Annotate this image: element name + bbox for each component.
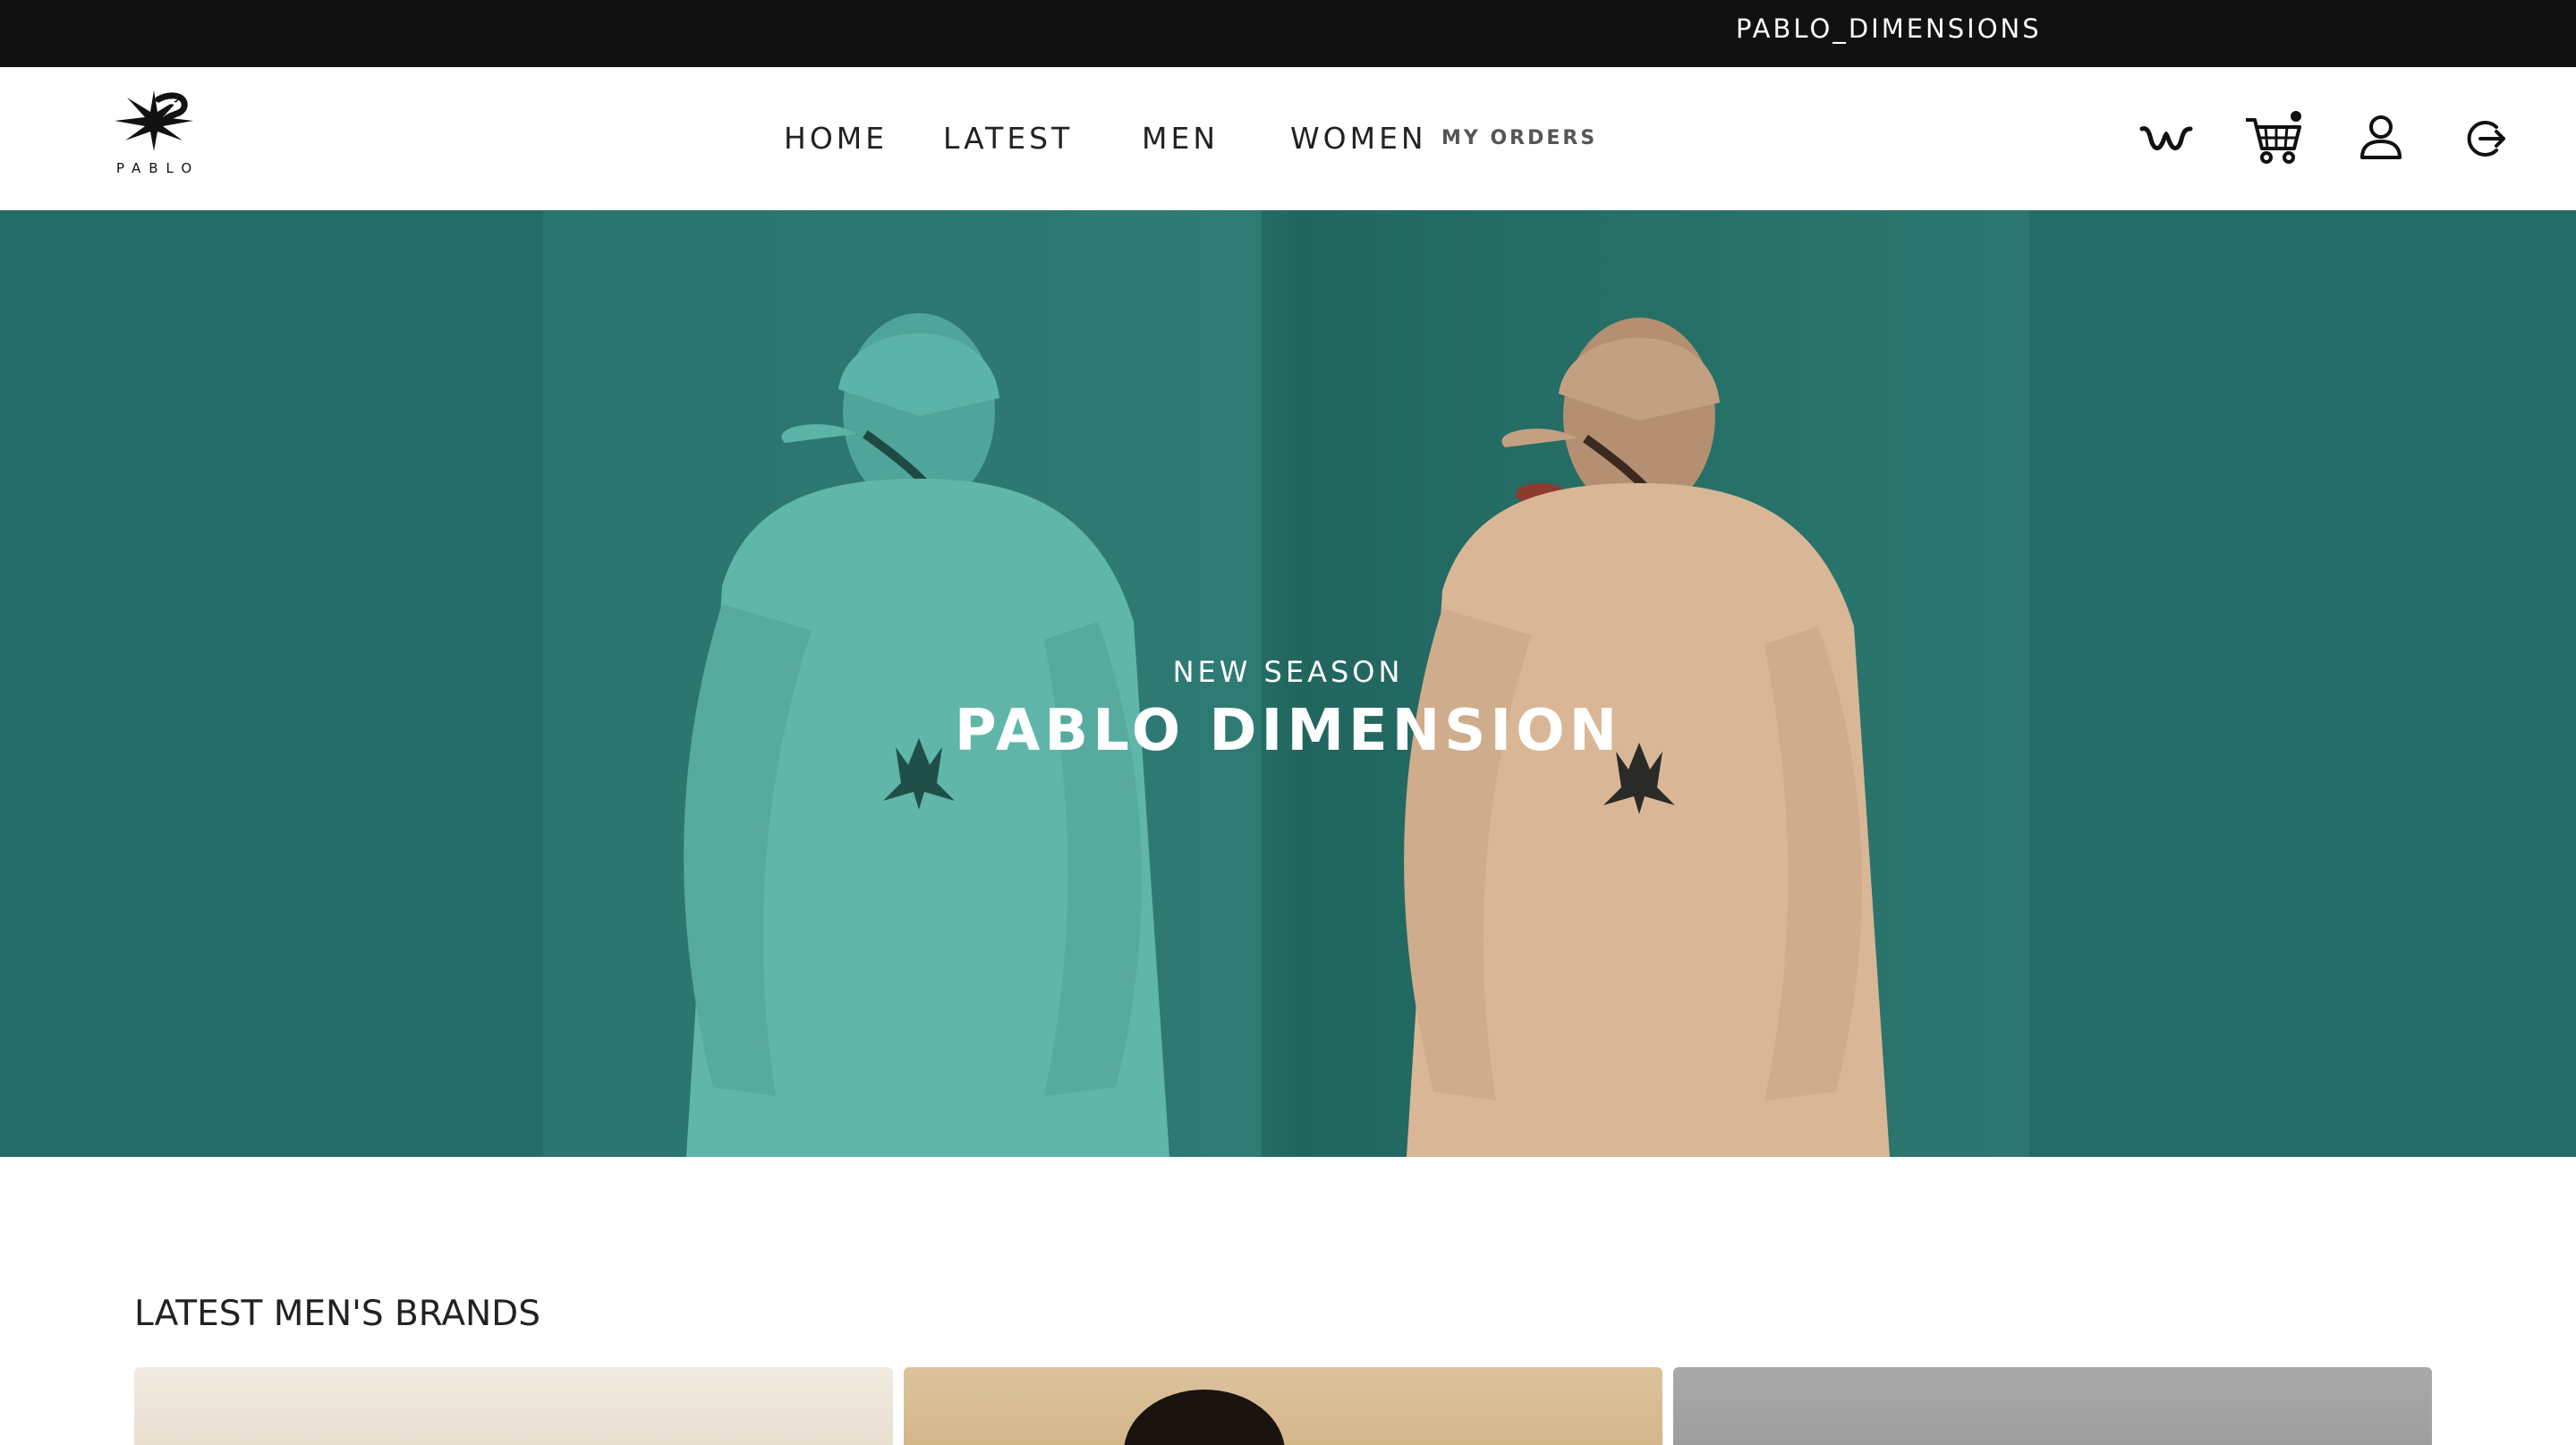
hero-title: PABLO DIMENSION (954, 698, 1622, 764)
site-header: PABLO HOME LATEST MEN WOMEN MY ORDERS (0, 67, 2576, 210)
brand-card[interactable] (904, 1367, 1662, 1445)
announcement-bar: PABLO_DIMENSIONS (0, 0, 2576, 67)
cart-badge (2291, 111, 2301, 122)
wishlist-icon[interactable] (2135, 107, 2198, 170)
brand-card-photo (1124, 1390, 1285, 1445)
header-actions (0, 67, 2576, 210)
section-title: LATEST MEN'S BRANDS (134, 1294, 540, 1334)
announcement-text: PABLO_DIMENSIONS (1736, 13, 2042, 44)
brand-card[interactable] (134, 1367, 893, 1445)
brand-card[interactable] (1673, 1367, 2432, 1445)
user-icon[interactable] (2350, 107, 2412, 170)
logout-icon[interactable] (2452, 107, 2514, 170)
hero-kicker: NEW SEASON (1172, 655, 1404, 689)
cart-icon[interactable] (2242, 107, 2305, 170)
hero-banner[interactable]: NEW SEASON PABLO DIMENSION (0, 210, 2576, 1157)
